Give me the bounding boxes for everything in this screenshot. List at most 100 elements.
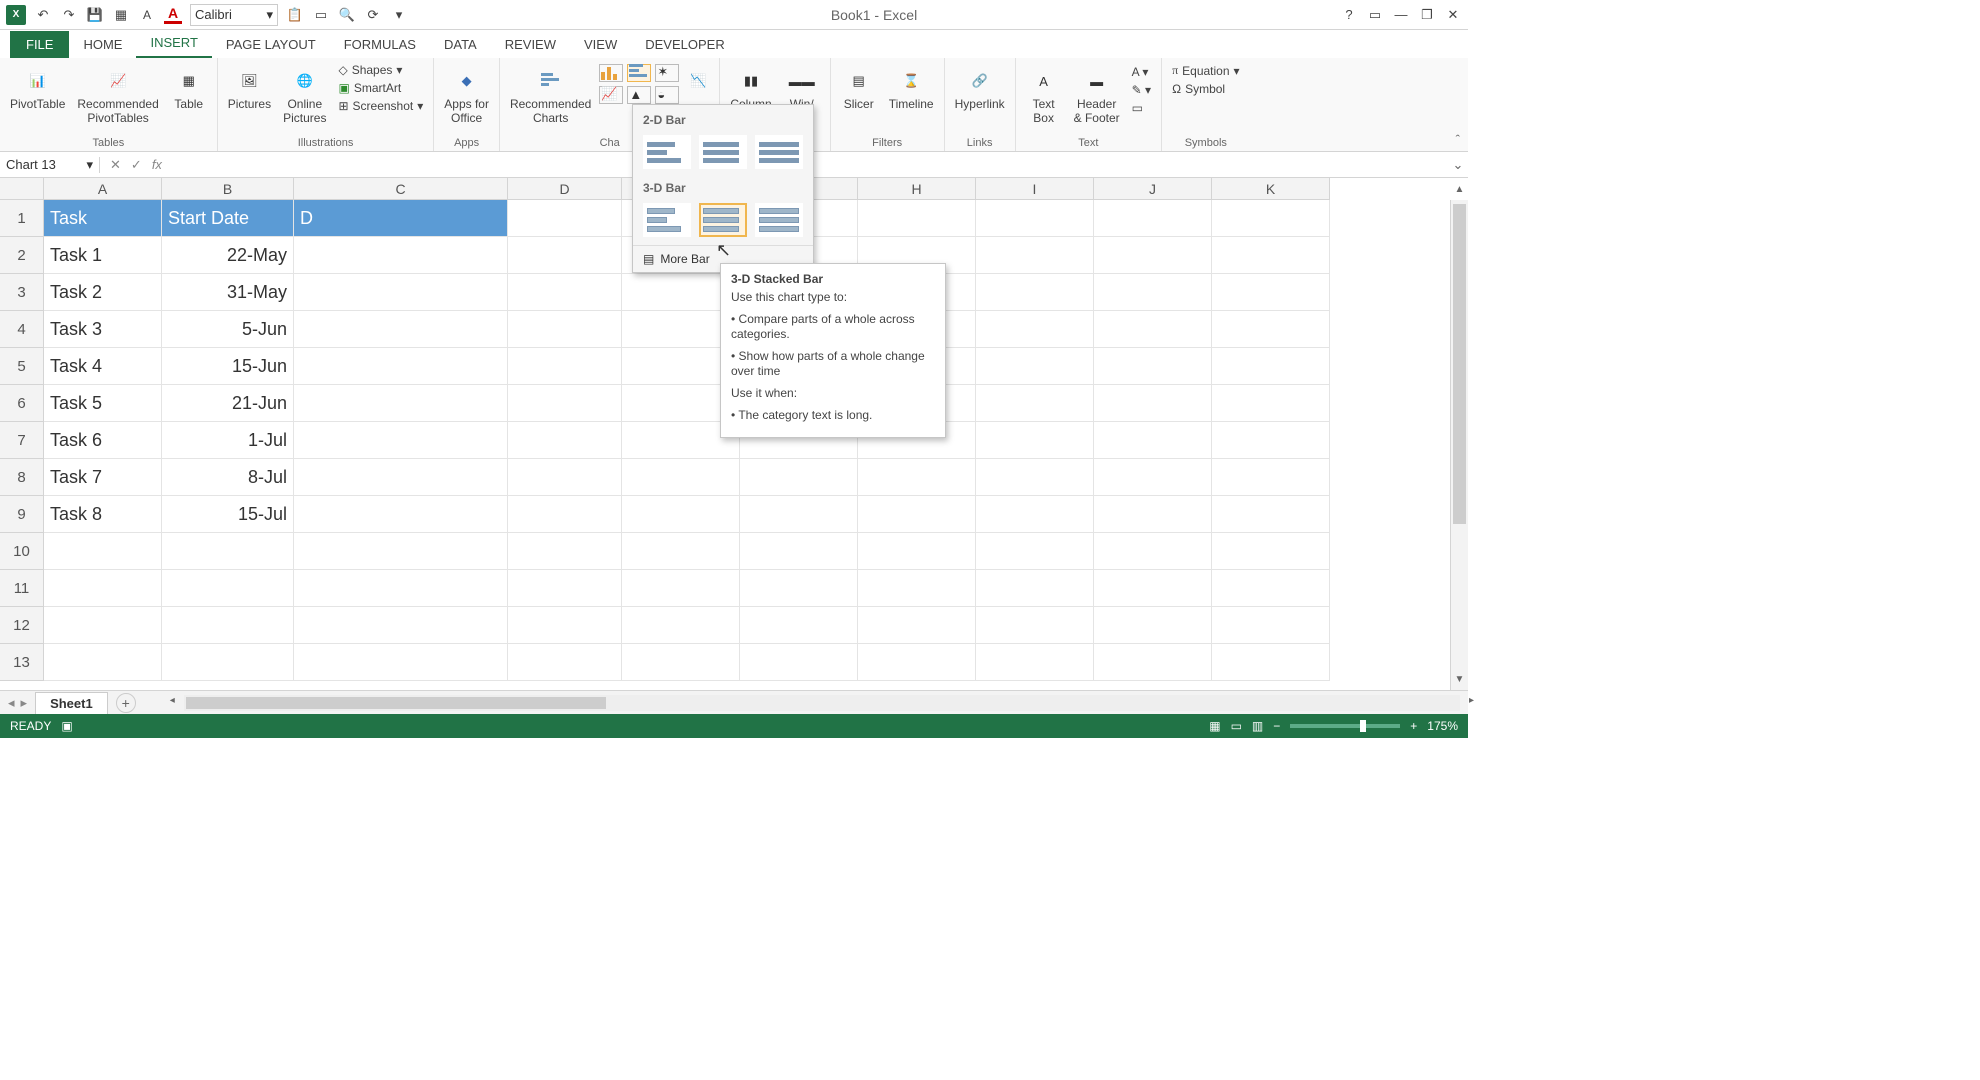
cell[interactable]: Task 5: [44, 385, 162, 422]
row-header[interactable]: 3: [0, 274, 44, 311]
tab-review[interactable]: REVIEW: [491, 31, 570, 58]
cell[interactable]: Task 8: [44, 496, 162, 533]
cell[interactable]: [294, 422, 508, 459]
cell[interactable]: [976, 644, 1094, 681]
cell[interactable]: 22-May: [162, 237, 294, 274]
insert-line-chart-button[interactable]: 📈: [599, 86, 623, 104]
qat-customize-icon[interactable]: ▾: [390, 6, 408, 24]
sheet-nav-first-icon[interactable]: ◂: [8, 695, 15, 711]
redo-icon[interactable]: ↷: [60, 6, 78, 24]
shapes-button[interactable]: ◇Shapes ▾: [334, 62, 427, 78]
macro-record-icon[interactable]: ▣: [61, 719, 72, 733]
cell[interactable]: [976, 422, 1094, 459]
cell[interactable]: [1212, 348, 1330, 385]
horizontal-scrollbar[interactable]: ◂ ▸: [184, 695, 1460, 711]
cell[interactable]: Task 7: [44, 459, 162, 496]
column-header[interactable]: J: [1094, 178, 1212, 200]
cell[interactable]: 8-Jul: [162, 459, 294, 496]
cell[interactable]: [976, 533, 1094, 570]
zoom-slider[interactable]: [1290, 724, 1400, 728]
column-header[interactable]: B: [162, 178, 294, 200]
cell[interactable]: [976, 459, 1094, 496]
undo-icon[interactable]: ↶: [34, 6, 52, 24]
cell[interactable]: [858, 496, 976, 533]
cell[interactable]: [508, 200, 622, 237]
row-header[interactable]: 1: [0, 200, 44, 237]
cell[interactable]: [740, 570, 858, 607]
cell[interactable]: [976, 348, 1094, 385]
maximize-icon[interactable]: ❐: [1418, 6, 1436, 24]
cell[interactable]: [1212, 644, 1330, 681]
cell[interactable]: [1094, 385, 1212, 422]
cell[interactable]: [1212, 200, 1330, 237]
row-header[interactable]: 6: [0, 385, 44, 422]
row-header[interactable]: 13: [0, 644, 44, 681]
row-header[interactable]: 2: [0, 237, 44, 274]
scroll-down-icon[interactable]: ▼: [1451, 674, 1468, 690]
insert-combo-chart-button[interactable]: ◒: [655, 86, 679, 104]
cell[interactable]: [294, 533, 508, 570]
insert-column-chart-button[interactable]: [599, 64, 623, 82]
cell[interactable]: [1094, 311, 1212, 348]
cell[interactable]: [1212, 459, 1330, 496]
cell[interactable]: [976, 237, 1094, 274]
cell[interactable]: Task 1: [44, 237, 162, 274]
cell[interactable]: 1-Jul: [162, 422, 294, 459]
cell[interactable]: [858, 570, 976, 607]
zoom-icon[interactable]: 🔍: [338, 6, 356, 24]
font-size-a-icon[interactable]: A: [138, 6, 156, 24]
view-page-break-icon[interactable]: ▥: [1252, 719, 1263, 733]
cell[interactable]: [508, 311, 622, 348]
cell[interactable]: [1212, 496, 1330, 533]
cell[interactable]: [508, 607, 622, 644]
zoom-in-icon[interactable]: +: [1410, 719, 1417, 733]
sheet-tab-sheet1[interactable]: Sheet1: [35, 692, 108, 714]
2d-stacked-bar-option[interactable]: [699, 135, 747, 169]
calendar-icon[interactable]: ▭: [312, 6, 330, 24]
cell[interactable]: [508, 274, 622, 311]
column-header[interactable]: H: [858, 178, 976, 200]
cell[interactable]: [976, 200, 1094, 237]
cell[interactable]: [858, 459, 976, 496]
cell[interactable]: [740, 533, 858, 570]
column-header[interactable]: C: [294, 178, 508, 200]
cell[interactable]: [622, 533, 740, 570]
cell[interactable]: [1094, 200, 1212, 237]
zoom-out-icon[interactable]: −: [1273, 719, 1280, 733]
cell[interactable]: [976, 607, 1094, 644]
column-header[interactable]: I: [976, 178, 1094, 200]
cell[interactable]: [1212, 274, 1330, 311]
cell[interactable]: [44, 644, 162, 681]
object-button[interactable]: ▭: [1128, 100, 1155, 116]
cell[interactable]: [294, 385, 508, 422]
cell[interactable]: 15-Jun: [162, 348, 294, 385]
cell[interactable]: [622, 570, 740, 607]
cell[interactable]: [294, 496, 508, 533]
cell[interactable]: [1094, 570, 1212, 607]
print-preview-icon[interactable]: ▦: [112, 6, 130, 24]
cell[interactable]: Task 4: [44, 348, 162, 385]
row-header[interactable]: 4: [0, 311, 44, 348]
scroll-left-icon[interactable]: ◂: [170, 695, 175, 706]
3d-stacked-bar-option[interactable]: [699, 203, 747, 237]
online-pictures-button[interactable]: 🌐Online Pictures: [279, 62, 330, 128]
3d-100-stacked-bar-option[interactable]: [755, 203, 803, 237]
symbol-button[interactable]: ΩSymbol: [1168, 81, 1243, 97]
cell[interactable]: [294, 644, 508, 681]
add-sheet-button[interactable]: +: [116, 693, 136, 713]
view-normal-icon[interactable]: ▦: [1209, 719, 1220, 733]
cell[interactable]: [976, 385, 1094, 422]
cell[interactable]: [508, 385, 622, 422]
cell[interactable]: [508, 459, 622, 496]
cell[interactable]: [1212, 311, 1330, 348]
cell[interactable]: [1094, 607, 1212, 644]
vertical-scrollbar-thumb[interactable]: [1453, 204, 1466, 524]
cell[interactable]: [44, 570, 162, 607]
scroll-up-icon[interactable]: ▲: [1451, 184, 1468, 200]
insert-bar-chart-button[interactable]: [627, 64, 651, 82]
cell[interactable]: Start Date: [162, 200, 294, 237]
cell[interactable]: [1212, 607, 1330, 644]
tab-developer[interactable]: DEVELOPER: [631, 31, 738, 58]
cell[interactable]: [294, 311, 508, 348]
cell[interactable]: [294, 607, 508, 644]
